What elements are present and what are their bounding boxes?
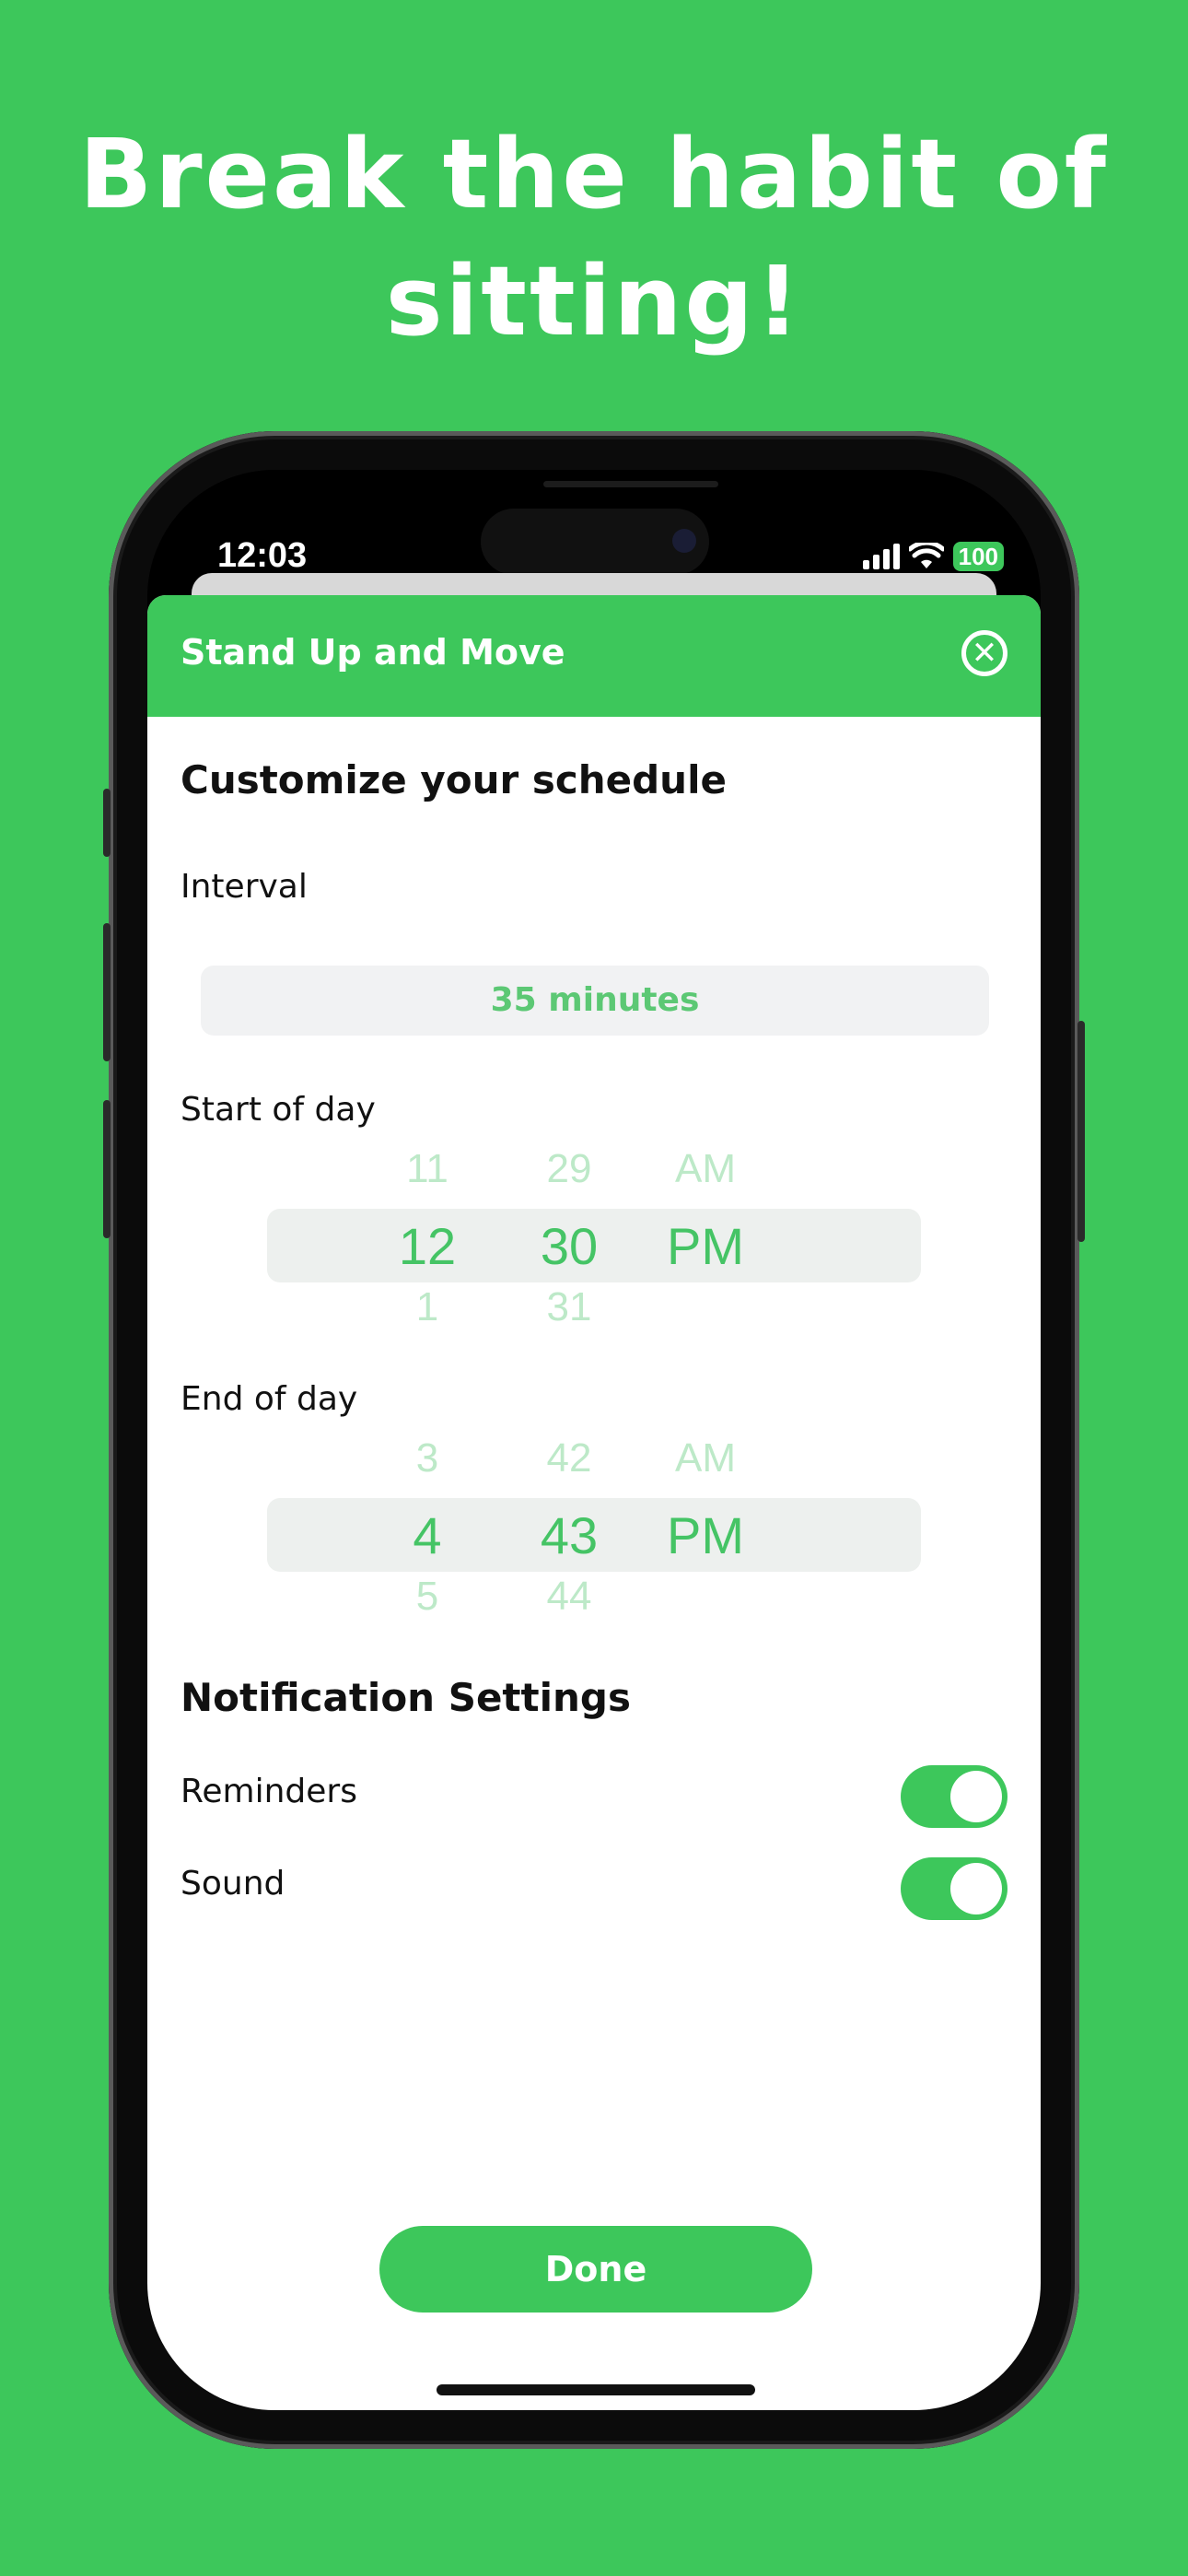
sheet-header: Stand Up and Move ✕ [147, 595, 1041, 717]
cellular-signal-icon [862, 544, 900, 569]
picker-minute-above[interactable]: 29 [514, 1146, 624, 1192]
picker-minute-below[interactable]: 44 [514, 1574, 624, 1620]
wifi-icon [908, 543, 944, 568]
picker-hour-above[interactable]: 11 [372, 1146, 483, 1192]
battery-indicator: 100 [952, 542, 1004, 571]
close-icon: ✕ [971, 635, 998, 672]
toggle-knob [950, 1863, 1002, 1914]
reminders-label: Reminders [181, 1773, 357, 1810]
interval-selector[interactable]: 35 minutes [201, 966, 989, 1036]
picker-hour-selected[interactable]: 12 [372, 1216, 483, 1276]
status-time: 12:03 [217, 536, 308, 575]
start-time-picker[interactable]: 11 29 AM 12 30 PM 1 31 [147, 1146, 1041, 1367]
toggle-knob [950, 1771, 1002, 1822]
end-of-day-label: End of day [181, 1380, 358, 1418]
headline-line-1: Break the habit of [78, 118, 1110, 230]
status-icons: 100 [862, 542, 1004, 571]
picker-period-selected[interactable]: PM [650, 1216, 761, 1276]
start-of-day-label: Start of day [181, 1091, 376, 1129]
home-indicator[interactable] [437, 2384, 755, 2395]
section-title-schedule: Customize your schedule [181, 757, 727, 802]
picker-minute-selected[interactable]: 43 [514, 1505, 624, 1565]
volume-up-button [103, 923, 111, 1061]
close-button[interactable]: ✕ [961, 630, 1007, 676]
power-button [1077, 1021, 1085, 1242]
interval-label: Interval [181, 868, 308, 906]
picker-minute-selected[interactable]: 30 [514, 1216, 624, 1276]
picker-period-above[interactable]: AM [650, 1435, 761, 1481]
headline: Break the habit of sitting! [0, 111, 1188, 365]
picker-period-above[interactable]: AM [650, 1146, 761, 1192]
picker-hour-below[interactable]: 1 [372, 1284, 483, 1330]
picker-hour-below[interactable]: 5 [372, 1574, 483, 1620]
picker-minute-above[interactable]: 42 [514, 1435, 624, 1481]
action-button [103, 789, 111, 857]
phone-screen: 12:03 100 Stand Up and Move ✕ Customize … [147, 470, 1041, 2410]
picker-hour-selected[interactable]: 4 [372, 1505, 483, 1565]
reminders-toggle[interactable] [901, 1765, 1007, 1828]
front-camera [672, 529, 696, 553]
picker-minute-below[interactable]: 31 [514, 1284, 624, 1330]
volume-down-button [103, 1100, 111, 1238]
picker-hour-above[interactable]: 3 [372, 1435, 483, 1481]
done-button[interactable]: Done [379, 2226, 812, 2313]
end-time-picker[interactable]: 3 42 AM 4 43 PM 5 44 [147, 1435, 1041, 1657]
sheet-title: Stand Up and Move [181, 632, 565, 673]
sound-toggle[interactable] [901, 1857, 1007, 1920]
picker-period-selected[interactable]: PM [650, 1505, 761, 1565]
phone-frame: 12:03 100 Stand Up and Move ✕ Customize … [103, 431, 1085, 2449]
section-title-notifications: Notification Settings [181, 1675, 631, 1720]
headline-line-2: sitting! [385, 245, 803, 357]
settings-sheet: Stand Up and Move ✕ Customize your sched… [147, 595, 1041, 2410]
sound-label: Sound [181, 1865, 285, 1903]
earpiece [543, 481, 718, 487]
